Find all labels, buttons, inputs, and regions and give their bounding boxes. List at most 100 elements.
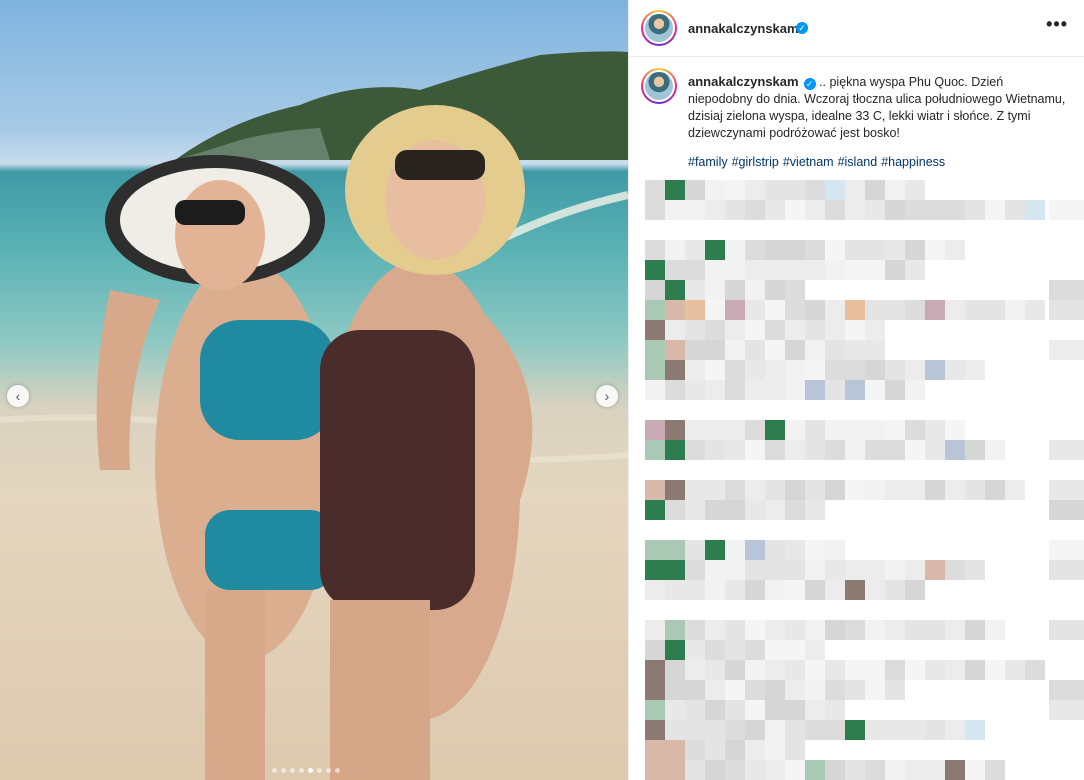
- blurred-pixel: [805, 500, 825, 520]
- blurred-pixel: [705, 360, 725, 380]
- blurred-pixel: [845, 340, 865, 360]
- blurred-pixel: [745, 580, 765, 600]
- blurred-pixel: [665, 500, 685, 520]
- blurred-pixel: [905, 240, 925, 260]
- post-media[interactable]: ‹ ›: [0, 0, 628, 780]
- blurred-pixel: [925, 480, 945, 500]
- blurred-pixel: [645, 280, 665, 300]
- blurred-pixel: [685, 700, 705, 720]
- blurred-pixel: [665, 680, 685, 700]
- blurred-pixel: [905, 260, 925, 280]
- blurred-pixel: [925, 200, 945, 220]
- blurred-pixel: [745, 180, 765, 200]
- blurred-pixel: [925, 300, 945, 320]
- blurred-pixel: [665, 580, 685, 600]
- blurred-pixel: [725, 240, 745, 260]
- blurred-pixel: [745, 440, 765, 460]
- blurred-pixel: [885, 420, 905, 440]
- blurred-pixel: [725, 280, 745, 300]
- blurred-pixel: [725, 560, 745, 580]
- blurred-pixel: [965, 360, 985, 380]
- blurred-pixel: [785, 180, 805, 200]
- blurred-pixel: [945, 760, 965, 780]
- blurred-pixel: [725, 680, 745, 700]
- blurred-pixel: [645, 620, 665, 640]
- blurred-pixel: [685, 640, 705, 660]
- blurred-pixel: [1049, 540, 1084, 560]
- blurred-pixel: [785, 260, 805, 280]
- blurred-pixel: [665, 660, 685, 680]
- blurred-pixel: [705, 240, 725, 260]
- blurred-pixel: [925, 360, 945, 380]
- blurred-pixel: [805, 300, 825, 320]
- blurred-pixel: [865, 480, 885, 500]
- blurred-pixel: [865, 620, 885, 640]
- blurred-pixel: [825, 340, 845, 360]
- blurred-pixel: [785, 480, 805, 500]
- blurred-pixel: [845, 180, 865, 200]
- blurred-pixel: [645, 440, 665, 460]
- blurred-pixel: [765, 180, 785, 200]
- blurred-pixel: [1049, 620, 1084, 640]
- blurred-pixel: [1049, 500, 1084, 520]
- carousel-prev-button[interactable]: ‹: [7, 385, 29, 407]
- blurred-pixel: [785, 740, 805, 760]
- blurred-pixel: [705, 680, 725, 700]
- blurred-pixel: [645, 500, 665, 520]
- blurred-pixel: [705, 200, 725, 220]
- carousel-next-button[interactable]: ›: [596, 385, 618, 407]
- blurred-pixel: [665, 380, 685, 400]
- blurred-pixel: [745, 420, 765, 440]
- blurred-pixel: [725, 620, 745, 640]
- blurred-pixel: [745, 560, 765, 580]
- chevron-left-icon: ‹: [15, 388, 21, 404]
- blurred-pixel: [765, 700, 785, 720]
- blurred-pixel: [725, 540, 745, 560]
- blurred-pixel: [985, 440, 1005, 460]
- blurred-pixel: [745, 300, 765, 320]
- blurred-pixel: [965, 440, 985, 460]
- blurred-pixel: [785, 380, 805, 400]
- blurred-pixel: [865, 320, 885, 340]
- blurred-pixel: [725, 300, 745, 320]
- blurred-pixel: [885, 720, 905, 740]
- blurred-pixel: [685, 480, 705, 500]
- blurred-pixel: [725, 380, 745, 400]
- carousel-dot: [317, 768, 322, 773]
- blurred-pixel: [785, 320, 805, 340]
- blurred-pixel: [945, 300, 965, 320]
- blurred-pixel: [725, 260, 745, 280]
- blurred-pixel: [785, 640, 805, 660]
- blurred-pixel: [725, 580, 745, 600]
- blurred-pixel: [885, 240, 905, 260]
- blurred-pixel: [845, 320, 865, 340]
- blurred-pixel: [785, 760, 805, 780]
- blurred-pixel: [785, 620, 805, 640]
- blurred-pixel: [685, 540, 705, 560]
- blurred-pixel: [685, 380, 705, 400]
- blurred-pixel: [965, 720, 985, 740]
- blurred-pixel: [905, 380, 925, 400]
- blurred-pixel: [1005, 300, 1025, 320]
- blurred-pixel: [805, 440, 825, 460]
- blurred-pixel: [905, 440, 925, 460]
- blurred-pixel: [865, 200, 885, 220]
- blurred-pixel: [965, 760, 985, 780]
- blurred-pixel: [645, 340, 665, 360]
- blurred-pixel: [825, 620, 845, 640]
- blurred-pixel: [885, 620, 905, 640]
- blurred-pixel: [825, 480, 845, 500]
- blurred-pixel: [685, 660, 705, 680]
- blurred-pixel: [1049, 340, 1084, 360]
- blurred-pixel: [705, 300, 725, 320]
- blurred-pixel: [665, 640, 685, 660]
- blurred-pixel: [905, 300, 925, 320]
- blurred-pixel: [825, 760, 845, 780]
- blurred-pixel: [765, 260, 785, 280]
- blurred-pixel: [945, 360, 965, 380]
- blurred-pixel: [665, 340, 685, 360]
- blurred-pixel: [945, 620, 965, 640]
- blurred-pixel: [665, 420, 685, 440]
- blurred-pixel: [745, 260, 765, 280]
- blurred-pixel: [645, 380, 665, 400]
